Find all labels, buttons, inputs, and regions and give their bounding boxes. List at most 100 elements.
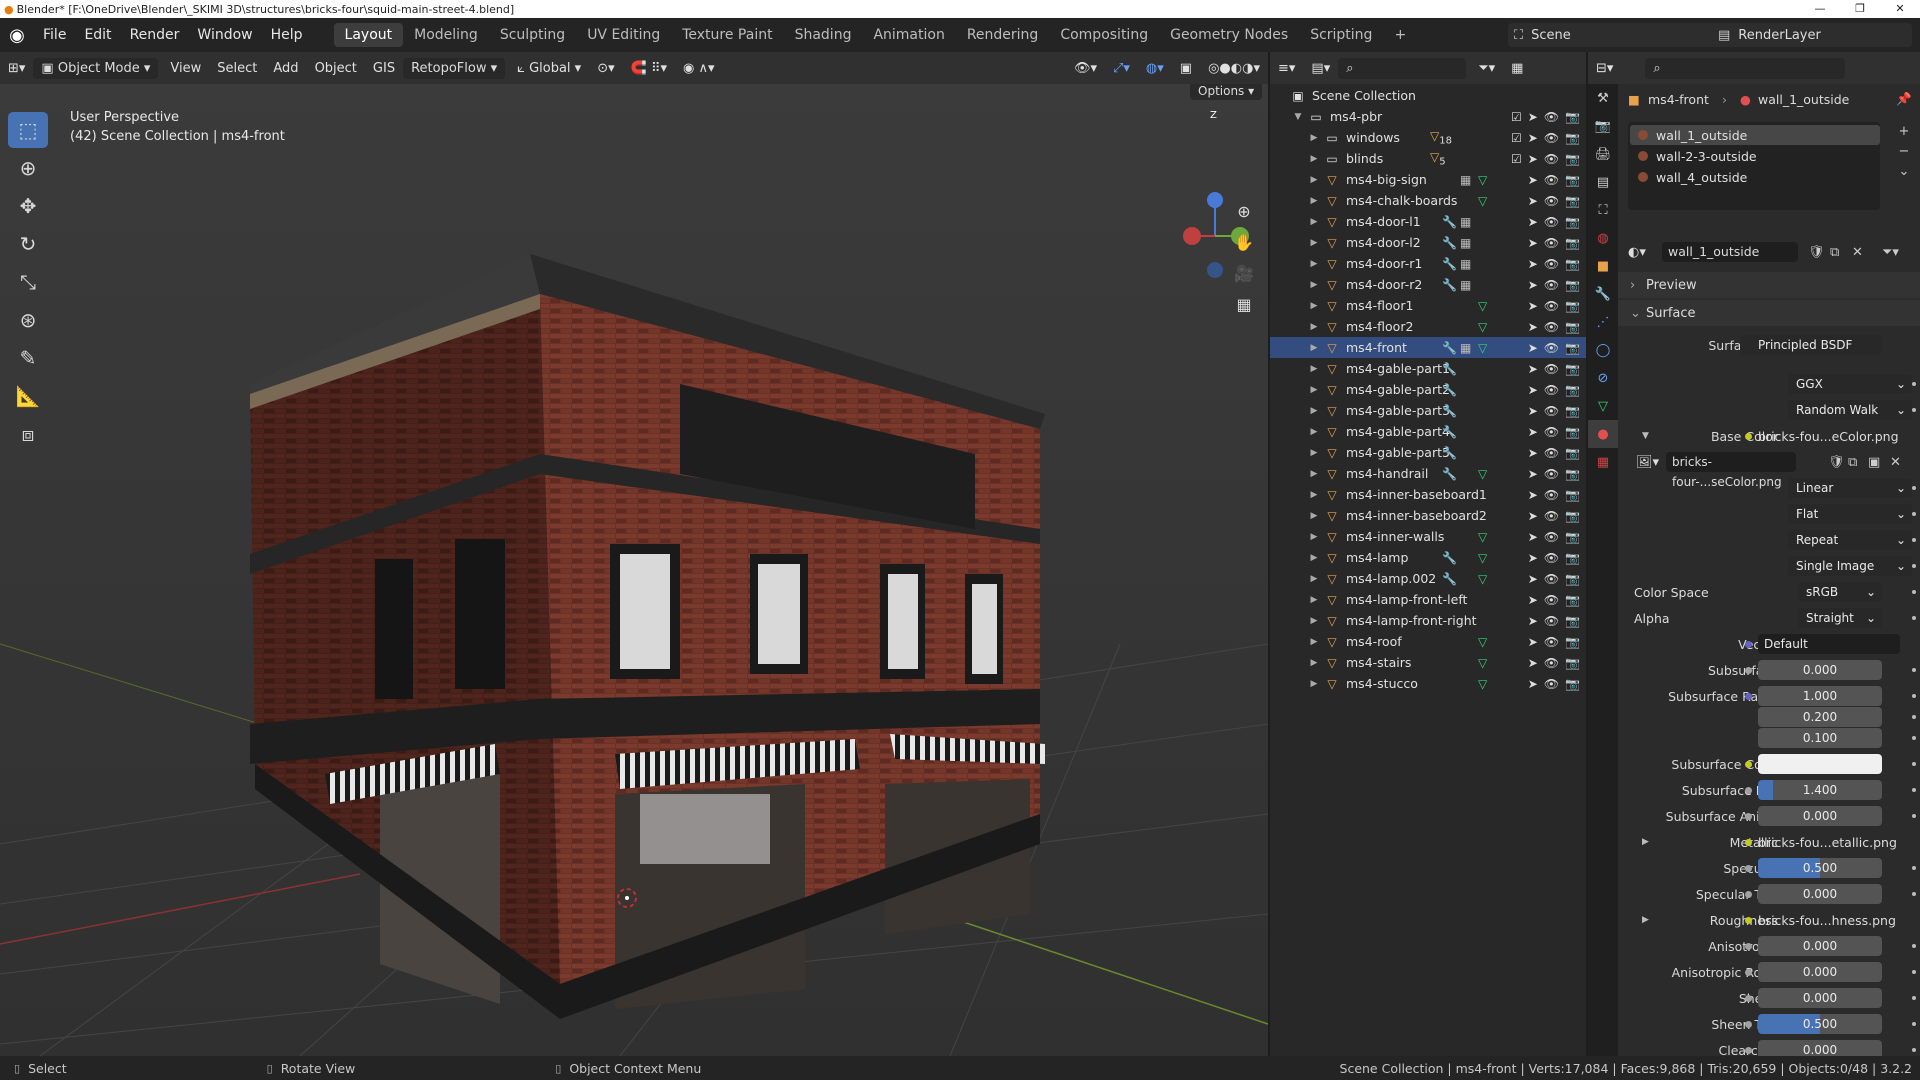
- outliner-item[interactable]: ▶ ▽ ms4-door-r2 🔧 ▦ ➤ 👁 📷: [1270, 274, 1586, 295]
- checkbox-icon[interactable]: ☑: [1511, 110, 1522, 124]
- mesh-data-icon[interactable]: ▽: [1478, 530, 1487, 544]
- outliner-item[interactable]: ▶ ▽ ms4-door-l2 🔧 ▦ ➤ 👁 📷: [1270, 232, 1586, 253]
- expand-icon[interactable]: ▶: [1308, 175, 1320, 185]
- eye-icon[interactable]: 👁: [1544, 425, 1559, 439]
- outliner-item[interactable]: ▶ ▽ ms4-chalk-boards ▽ ➤ 👁 📷: [1270, 190, 1586, 211]
- unlink-icon[interactable]: ✕: [1852, 245, 1863, 260]
- eye-icon[interactable]: 👁: [1544, 404, 1559, 418]
- expand-icon[interactable]: ▶: [1308, 448, 1320, 458]
- camera-icon[interactable]: 📷: [1565, 278, 1580, 292]
- distribution-dropdown[interactable]: GGX ⌄: [1788, 374, 1912, 394]
- menu-render[interactable]: Render: [121, 27, 189, 43]
- image-unlink-icon[interactable]: ✕: [1890, 455, 1901, 470]
- properties-editor-type-icon[interactable]: ⊟▾: [1588, 61, 1621, 76]
- expand-icon[interactable]: ▶: [1308, 301, 1320, 311]
- expand-icon[interactable]: ▶: [1308, 511, 1320, 521]
- add-slot-icon[interactable]: +: [1895, 122, 1913, 142]
- camera-icon[interactable]: 📷: [1565, 299, 1580, 313]
- camera-icon[interactable]: 📷: [1565, 320, 1580, 334]
- numeric-field[interactable]: 0.000: [1758, 936, 1882, 956]
- subsurface-color-swatch[interactable]: [1758, 754, 1882, 774]
- fake-user-icon[interactable]: 🛡: [1808, 245, 1825, 260]
- eye-icon[interactable]: 👁: [1544, 257, 1559, 271]
- eye-icon[interactable]: 👁: [1544, 341, 1559, 355]
- chevron-right-icon[interactable]: ▶: [1642, 915, 1649, 925]
- select-arrow-icon[interactable]: ➤: [1528, 173, 1538, 187]
- modifier-wrench-icon[interactable]: 🔧: [1442, 572, 1457, 586]
- eye-icon[interactable]: 👁: [1544, 509, 1559, 523]
- constraints-tab-icon[interactable]: ⊘: [1588, 364, 1618, 392]
- outliner-item[interactable]: ▶ ▽ ms4-inner-baseboard1 ➤ 👁 📷: [1270, 484, 1586, 505]
- minimize-button[interactable]: —: [1800, 0, 1840, 18]
- eye-icon[interactable]: 👁: [1544, 194, 1559, 208]
- expand-icon[interactable]: ▶: [1308, 217, 1320, 227]
- array-modifier-icon[interactable]: ▦: [1460, 236, 1471, 250]
- mesh-data-icon[interactable]: ▽: [1478, 677, 1487, 691]
- rotate-tool-icon[interactable]: ↻: [8, 226, 48, 262]
- outliner-editor-type-icon[interactable]: ≡▾: [1270, 61, 1303, 76]
- remove-slot-icon[interactable]: −: [1895, 142, 1913, 162]
- tab-shading[interactable]: Shading: [784, 23, 863, 47]
- select-arrow-icon[interactable]: ➤: [1528, 551, 1538, 565]
- select-arrow-icon[interactable]: ➤: [1528, 194, 1538, 208]
- material-name-field[interactable]: wall_1_outside: [1662, 242, 1798, 262]
- expand-icon[interactable]: ▶: [1308, 490, 1320, 500]
- eye-icon[interactable]: 👁: [1544, 677, 1559, 691]
- camera-icon[interactable]: 📷: [1565, 173, 1580, 187]
- numeric-field[interactable]: 0.000: [1758, 660, 1882, 680]
- material-slot-1[interactable]: wall-2-3-outside: [1630, 146, 1880, 166]
- eye-icon[interactable]: 👁: [1544, 467, 1559, 481]
- select-arrow-icon[interactable]: ➤: [1528, 299, 1538, 313]
- camera-icon[interactable]: 📷: [1565, 635, 1580, 649]
- pivot-icon[interactable]: ⊙▾: [589, 61, 622, 76]
- camera-icon[interactable]: 📷: [1565, 677, 1580, 691]
- select-arrow-icon[interactable]: ➤: [1528, 383, 1538, 397]
- eye-icon[interactable]: 👁: [1544, 110, 1559, 124]
- eye-icon[interactable]: 👁: [1544, 593, 1559, 607]
- image-fake-user-icon[interactable]: 🛡: [1828, 455, 1845, 470]
- new-collection-icon[interactable]: ▦: [1503, 61, 1531, 76]
- select-arrow-icon[interactable]: ➤: [1528, 614, 1538, 628]
- add-cube-tool-icon[interactable]: ⧈: [8, 416, 48, 452]
- filter-node-icon[interactable]: ⏷▾: [1882, 245, 1899, 260]
- view-layer-tab-icon[interactable]: ▤: [1588, 168, 1618, 196]
- numeric-field[interactable]: 0.000: [1758, 806, 1882, 826]
- select-arrow-icon[interactable]: ➤: [1528, 677, 1538, 691]
- eye-icon[interactable]: 👁: [1544, 236, 1559, 250]
- numeric-field[interactable]: 1.400: [1758, 780, 1882, 800]
- collapse-icon[interactable]: ▼: [1292, 112, 1304, 122]
- physics-tab-icon[interactable]: ◯: [1588, 336, 1618, 364]
- menu-add[interactable]: Add: [265, 61, 306, 76]
- camera-icon[interactable]: 📷: [1565, 341, 1580, 355]
- view-layer-selector[interactable]: ▤ RenderLayer: [1712, 23, 1912, 47]
- select-arrow-icon[interactable]: ➤: [1528, 320, 1538, 334]
- tab-scripting[interactable]: Scripting: [1299, 23, 1383, 47]
- modifier-wrench-icon[interactable]: 🔧: [1442, 257, 1457, 271]
- expand-icon[interactable]: ▶: [1308, 553, 1320, 563]
- zoom-icon[interactable]: ⊕: [1229, 196, 1259, 226]
- color-space-dropdown[interactable]: sRGB ⌄: [1798, 582, 1882, 602]
- mesh-data-icon[interactable]: ▽: [1478, 194, 1487, 208]
- expand-icon[interactable]: ▶: [1308, 406, 1320, 416]
- outliner-item[interactable]: ▶ ▽ ms4-lamp-front-left ➤ 👁 📷: [1270, 589, 1586, 610]
- expand-icon[interactable]: ▶: [1308, 637, 1320, 647]
- outliner-item[interactable]: ▶ ▽ ms4-big-sign ▦ ▽ ➤ 👁 📷: [1270, 169, 1586, 190]
- array-modifier-icon[interactable]: ▦: [1460, 341, 1471, 355]
- options-dropdown[interactable]: Options ▾: [1190, 84, 1263, 100]
- camera-icon[interactable]: 📷: [1565, 236, 1580, 250]
- select-arrow-icon[interactable]: ➤: [1528, 362, 1538, 376]
- outliner-item[interactable]: ▶ ▽ ms4-gable-part4 🔧 ➤ 👁 📷: [1270, 421, 1586, 442]
- modifier-wrench-icon[interactable]: 🔧: [1442, 446, 1457, 460]
- extension-dropdown[interactable]: Repeat ⌄: [1788, 530, 1912, 550]
- array-modifier-icon[interactable]: ▦: [1460, 173, 1471, 187]
- menu-object[interactable]: Object: [307, 61, 365, 76]
- expand-icon[interactable]: ▶: [1308, 595, 1320, 605]
- 3d-viewport[interactable]: User Perspective (42) Scene Collection |…: [0, 84, 1268, 1056]
- tab-layout[interactable]: Layout: [333, 23, 404, 47]
- cursor-tool-icon[interactable]: ⊕: [8, 150, 48, 186]
- eye-icon[interactable]: 👁: [1544, 320, 1559, 334]
- material-slot-2[interactable]: wall_4_outside: [1630, 167, 1880, 187]
- modifier-wrench-icon[interactable]: 🔧: [1442, 215, 1457, 229]
- checkbox-icon[interactable]: ☑: [1511, 131, 1522, 145]
- menu-file[interactable]: File: [34, 27, 75, 43]
